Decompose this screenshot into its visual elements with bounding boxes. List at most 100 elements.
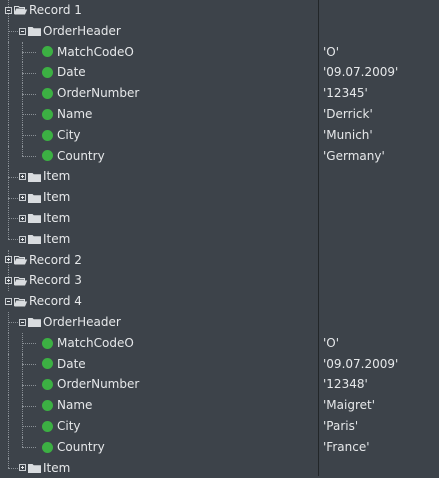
tree-row[interactable]: OrderHeader [0, 20, 439, 42]
tree-connector [22, 62, 23, 84]
collapse-toggle-icon[interactable] [5, 6, 12, 14]
tree-connector [22, 114, 36, 116]
tree-connector [8, 208, 9, 229]
tree-connector [8, 374, 9, 396]
tree-row[interactable]: Country 'France' [0, 436, 439, 458]
folder-icon [28, 26, 41, 37]
group-label: Item [43, 460, 71, 475]
field-value[interactable]: 'Munich' [323, 125, 373, 146]
group-label: Item [43, 190, 71, 205]
tree-connector [22, 83, 23, 104]
tree-row[interactable]: Name 'Maigret' [0, 395, 439, 416]
field-value[interactable]: '09.07.2009' [323, 354, 398, 375]
field-value[interactable]: '12345' [323, 83, 368, 104]
green-dot-icon [42, 358, 53, 370]
tree-connector [8, 395, 9, 416]
group-label: Item [43, 211, 71, 225]
expand-toggle-icon[interactable] [19, 464, 26, 472]
tree-connector [22, 155, 36, 157]
group-label: OrderHeader [43, 315, 121, 329]
green-dot-icon [42, 150, 53, 162]
field-value[interactable]: 'Derrick' [323, 104, 373, 125]
tree-connector [22, 41, 23, 63]
tree-connector [22, 405, 36, 407]
green-dot-icon [42, 129, 53, 141]
record-label: Record 2 [29, 252, 82, 267]
tree-row[interactable]: City 'Paris' [0, 416, 439, 437]
field-value[interactable]: '12348' [323, 374, 368, 395]
green-dot-icon [42, 108, 53, 120]
group-label: Item [43, 231, 71, 246]
tree-row[interactable]: Country 'Germany' [0, 145, 439, 167]
field-label: City [57, 127, 81, 142]
expand-toggle-icon[interactable] [19, 235, 26, 243]
tree-connector [8, 41, 9, 63]
expand-toggle-icon[interactable] [19, 173, 26, 181]
field-label: Country [57, 148, 105, 163]
tree-row[interactable]: OrderNumber '12348' [0, 374, 439, 396]
tree-connector [8, 124, 9, 146]
field-value[interactable]: 'Germany' [323, 146, 385, 167]
group-label: OrderHeader [43, 23, 121, 38]
tree-row[interactable]: Record 1 [0, 0, 439, 21]
folder-open-icon [14, 255, 28, 265]
field-label: Date [57, 65, 86, 80]
tree-row[interactable]: Record 2 [0, 249, 439, 271]
tree-row[interactable]: Date '09.07.2009' [0, 353, 439, 375]
tree-connector [22, 104, 23, 125]
tree-connector [8, 457, 9, 468]
tree-connector [8, 83, 9, 104]
tree-row[interactable]: Item [0, 457, 439, 478]
tree-connector [22, 363, 36, 365]
record-label: Record 1 [29, 3, 82, 17]
record-label: Record 4 [29, 294, 82, 309]
tree-connector [8, 228, 9, 240]
tree-row[interactable]: Item [0, 228, 439, 250]
tree-row[interactable]: OrderHeader [0, 312, 439, 333]
field-value[interactable]: '09.07.2009' [323, 62, 398, 83]
field-label: City [57, 419, 81, 433]
tree-connector [22, 395, 23, 416]
tree-connector [22, 332, 23, 354]
collapse-toggle-icon[interactable] [19, 318, 26, 326]
tree-connector [22, 51, 36, 53]
tree-row[interactable]: Item [0, 208, 439, 229]
field-value[interactable]: 'France' [323, 437, 370, 458]
field-label: Name [57, 107, 93, 121]
field-value[interactable]: 'Paris' [323, 416, 358, 437]
expand-toggle-icon[interactable] [19, 214, 26, 222]
record-label: Record 3 [29, 273, 82, 288]
expand-toggle-icon[interactable] [19, 194, 26, 202]
tree-connector [8, 416, 9, 437]
green-dot-icon [42, 46, 53, 58]
tree-connector [8, 436, 9, 458]
folder-icon [28, 193, 41, 203]
tree-connector [8, 312, 9, 333]
collapse-toggle-icon[interactable] [5, 298, 12, 306]
tree-row[interactable]: Record 4 [0, 291, 439, 312]
tree-connector [22, 124, 23, 146]
tree-row[interactable]: MatchCodeO 'O' [0, 41, 439, 63]
folder-open-icon [14, 297, 28, 307]
field-label: Country [57, 439, 105, 454]
tree-row[interactable]: Date '09.07.2009' [0, 62, 439, 84]
tree-row[interactable]: Item [0, 187, 439, 208]
field-value[interactable]: 'O' [323, 42, 339, 63]
tree-connector [22, 384, 36, 386]
folder-icon [28, 463, 41, 473]
tree-row[interactable]: OrderNumber '12345' [0, 83, 439, 104]
tree-row[interactable]: Item [0, 166, 439, 188]
tree-row[interactable]: Name 'Derrick' [0, 104, 439, 125]
tree-row[interactable]: MatchCodeO 'O' [0, 332, 439, 354]
tree-row[interactable]: City 'Munich' [0, 124, 439, 146]
tree-row[interactable]: Record 3 [0, 270, 439, 292]
collapse-toggle-icon[interactable] [19, 27, 26, 35]
tree-connector [22, 436, 23, 448]
expand-toggle-icon[interactable] [5, 256, 12, 264]
field-value[interactable]: 'Maigret' [323, 395, 375, 416]
tree-connector [8, 187, 9, 208]
tree-connector [22, 426, 36, 428]
field-value[interactable]: 'O' [323, 333, 339, 354]
tree-connector [8, 145, 9, 167]
expand-toggle-icon[interactable] [5, 277, 12, 285]
